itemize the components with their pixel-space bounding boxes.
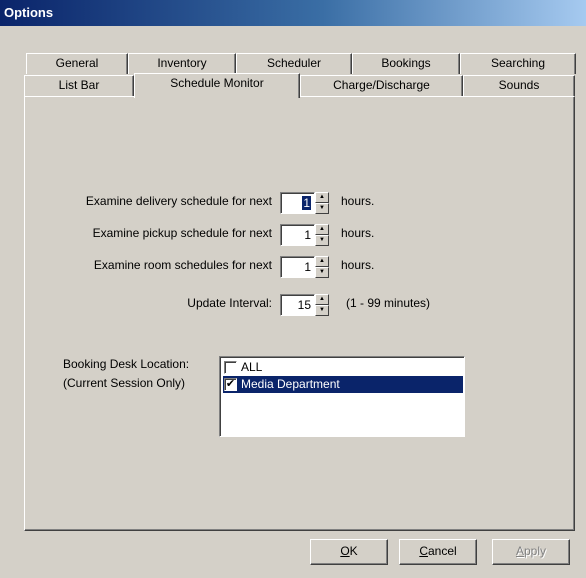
tab-searching[interactable]: Searching (460, 53, 576, 74)
tab-row-back: General Inventory Scheduler Bookings Sea… (26, 53, 576, 74)
booking-desk-label: Booking Desk Location: (63, 357, 190, 371)
delivery-hours-value: 1 (302, 196, 311, 210)
pickup-unit: hours. (341, 226, 375, 240)
spin-down-icon[interactable]: ▼ (315, 203, 329, 214)
tab-label: Searching (490, 56, 546, 70)
checkbox-all[interactable] (224, 361, 237, 374)
spin-down-icon[interactable]: ▼ (315, 235, 329, 246)
spin-up-icon[interactable]: ▲ (315, 256, 329, 267)
delivery-hours-input[interactable]: 1 (280, 192, 315, 214)
tab-list-bar[interactable]: List Bar (24, 75, 134, 96)
tab-label: Charge/Discharge (333, 78, 430, 92)
spin-up-icon[interactable]: ▲ (315, 192, 329, 203)
cancel-button[interactable]: Cancel (399, 539, 477, 565)
tab-general[interactable]: General (26, 53, 128, 74)
spin-up-icon[interactable]: ▲ (315, 224, 329, 235)
apply-button[interactable]: Apply (492, 539, 570, 565)
spin-up-icon[interactable]: ▲ (315, 294, 329, 305)
pickup-hours-value: 1 (304, 228, 311, 242)
update-interval-range: (1 - 99 minutes) (346, 296, 431, 310)
room-unit: hours. (341, 258, 375, 272)
room-label: Examine room schedules for next (93, 258, 272, 272)
update-interval-label: Update Interval: (187, 296, 272, 310)
ok-button[interactable]: OK (310, 539, 388, 565)
delivery-unit: hours. (341, 194, 375, 208)
pickup-label: Examine pickup schedule for next (92, 226, 272, 240)
spin-down-icon[interactable]: ▼ (315, 305, 329, 316)
pickup-hours-input[interactable]: 1 (280, 224, 315, 246)
list-item-label: ALL (241, 360, 263, 374)
delivery-label: Examine delivery schedule for next (85, 194, 272, 208)
tab-schedule-monitor[interactable]: Schedule Monitor (134, 73, 300, 98)
apply-mnemonic: A (515, 544, 524, 558)
apply-label: pply (524, 544, 547, 558)
tab-label: Inventory (157, 56, 207, 70)
tab-label: General (55, 56, 99, 70)
tab-label: Bookings (381, 56, 431, 70)
room-hours-value: 1 (304, 260, 311, 274)
spin-down-icon[interactable]: ▼ (315, 267, 329, 278)
title-bar[interactable]: Options (0, 0, 586, 26)
tab-label: Sounds (498, 78, 540, 92)
list-item-label: Media Department (241, 377, 340, 391)
ok-mnemonic: O (340, 544, 350, 558)
cancel-mnemonic: C (419, 544, 428, 558)
tab-label: Scheduler (266, 56, 322, 70)
room-hours-input[interactable]: 1 (280, 256, 315, 278)
tab-scheduler[interactable]: Scheduler (236, 53, 352, 74)
room-hours-spinner[interactable]: 1 ▲ ▼ (280, 256, 329, 278)
cancel-label: ancel (427, 544, 457, 558)
check-icon[interactable]: ✔ (224, 378, 237, 391)
list-item-all[interactable]: ALL (223, 359, 463, 376)
update-interval-input[interactable]: 15 (280, 294, 315, 316)
tab-charge-discharge[interactable]: Charge/Discharge (300, 75, 463, 96)
tab-inventory[interactable]: Inventory (128, 53, 236, 74)
tab-label: List Bar (58, 78, 100, 92)
tab-sounds[interactable]: Sounds (463, 75, 575, 96)
update-interval-value: 15 (297, 298, 311, 312)
tab-row-front: List Bar Schedule Monitor Charge/Dischar… (24, 73, 575, 98)
update-interval-spinner[interactable]: 15 ▲ ▼ (280, 294, 329, 316)
tab-bookings[interactable]: Bookings (352, 53, 460, 74)
window-title: Options (4, 5, 54, 20)
tab-label: Schedule Monitor (170, 76, 264, 90)
list-item-media-department[interactable]: ✔ Media Department (223, 376, 463, 393)
booking-desk-sublabel: (Current Session Only) (63, 376, 186, 390)
pickup-hours-spinner[interactable]: 1 ▲ ▼ (280, 224, 329, 246)
delivery-hours-spinner[interactable]: 1 ▲ ▼ (280, 192, 329, 214)
ok-label: K (349, 544, 358, 558)
booking-desk-list[interactable]: ALL ✔ Media Department (219, 356, 465, 437)
